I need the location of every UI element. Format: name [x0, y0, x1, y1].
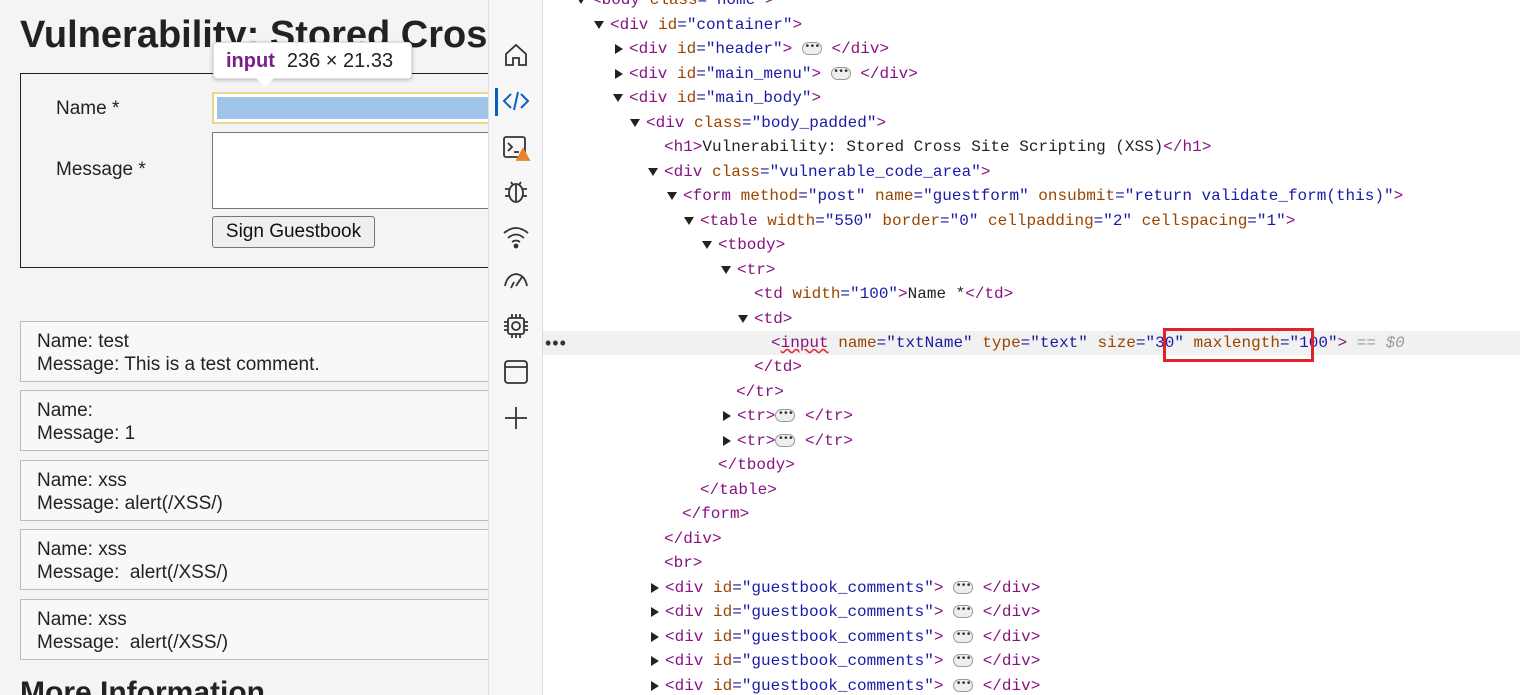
message-label: Message * [56, 159, 146, 180]
guestbook-comment: Name: xss Message: alert(/XSS/) [20, 599, 488, 660]
comment-message: Message: alert(/XSS/) [37, 493, 223, 514]
ellipsis-badge[interactable]: ••• [775, 409, 796, 423]
dom-node-guestbook-comments[interactable]: <div id="guestbook_comments"> ••• </div> [651, 576, 1040, 600]
application-icon[interactable] [501, 357, 531, 387]
dom-node[interactable]: <h1>Vulnerability: Stored Cross Site Scr… [664, 135, 1211, 159]
ellipsis-badge[interactable]: ••• [775, 434, 796, 448]
dom-node[interactable]: <div class="body_padded"> [630, 111, 886, 135]
dom-node[interactable]: <div class="vulnerable_code_area"> [648, 160, 990, 184]
inspect-highlight [217, 97, 488, 119]
dom-node[interactable]: </td> [754, 355, 802, 379]
page-viewport: Vulnerability: Stored Cross Site Scripti… [0, 0, 488, 695]
comment-name: Name: test [37, 331, 129, 352]
comment-message: Message: alert(/XSS/) [37, 632, 229, 653]
dom-node-guestbook-comments[interactable]: <div id="guestbook_comments"> ••• </div> [651, 600, 1040, 624]
elements-panel: <body class="home"> <div id="container">… [543, 0, 1520, 695]
elements-icon[interactable] [501, 86, 531, 116]
ellipsis-badge[interactable]: ••• [830, 67, 851, 81]
comment-name: Name: xss [37, 470, 127, 491]
node-actions-dots[interactable]: ••• [545, 331, 567, 355]
dom-node-guestbook-comments[interactable]: <div id="guestbook_comments"> ••• </div> [651, 625, 1040, 649]
tooltip-arrow [256, 78, 274, 87]
tooltip-dimensions: 236 × 21.33 [286, 50, 394, 72]
dom-node[interactable]: <td width="100">Name *</td> [754, 282, 1013, 306]
ellipsis-badge[interactable]: ••• [953, 679, 974, 693]
network-icon[interactable] [501, 222, 531, 252]
home-icon[interactable] [501, 40, 531, 70]
comment-message: Message: 1 [37, 423, 136, 444]
dom-node[interactable]: <div id="header"> ••• </div> [615, 37, 889, 61]
memory-icon[interactable] [501, 311, 531, 341]
dom-node[interactable]: <div id="main_menu"> ••• </div> [615, 62, 918, 86]
dom-node-selected[interactable]: <input name="txtName" type="text" size="… [543, 331, 1520, 355]
dom-node[interactable]: </div> [664, 527, 722, 551]
dom-node[interactable]: <table width="550" border="0" cellpaddin… [684, 209, 1295, 233]
add-tool-icon[interactable] [501, 403, 531, 433]
console-icon[interactable] [501, 133, 531, 163]
dom-node[interactable]: <tbody> [702, 233, 785, 257]
guestbook-comment: Name: test Message: This is a test comme… [20, 321, 488, 382]
tooltip-tag: input [226, 50, 275, 72]
guestbook-form: Name * Message * Sign Guestbook [20, 73, 488, 268]
inspect-tooltip: input 236 × 21.33 [213, 42, 412, 79]
comment-name: Name: xss [37, 609, 127, 630]
guestbook-comment: Name: Message: 1 [20, 390, 488, 451]
comment-message: Message: This is a test comment. [37, 354, 320, 375]
more-information-heading: More Information [20, 676, 265, 695]
dom-node[interactable]: <div id="main_body"> [613, 86, 821, 110]
name-label: Name * [56, 98, 120, 119]
ellipsis-badge[interactable]: ••• [953, 581, 974, 595]
devtools-activity-bar [488, 0, 543, 695]
dom-node[interactable]: <div id="container"> [594, 13, 802, 37]
comment-name: Name: xss [37, 539, 127, 560]
dom-node[interactable]: </tbody> [718, 453, 795, 477]
maxlength-highlight-box [1163, 328, 1314, 362]
guestbook-comment: Name: xss Message: alert(/XSS/) [20, 460, 488, 521]
ellipsis-badge[interactable]: ••• [953, 630, 974, 644]
dom-node[interactable]: <body class="home"> [576, 0, 774, 12]
dom-node-guestbook-comments[interactable]: <div id="guestbook_comments"> ••• </div> [651, 649, 1040, 673]
guestbook-comment: Name: xss Message: alert(/XSS/) [20, 529, 488, 590]
comment-message: Message: alert(/XSS/) [37, 562, 229, 583]
dom-node[interactable]: </form> [682, 502, 749, 526]
comment-name: Name: [37, 400, 93, 421]
dom-node[interactable]: <tr> [721, 258, 775, 282]
dom-node[interactable]: <form method="post" name="guestform" ons… [667, 184, 1403, 208]
dom-node[interactable]: </table> [700, 478, 777, 502]
sign-guestbook-button[interactable]: Sign Guestbook [212, 216, 375, 248]
dom-node[interactable]: <tr> ••• </tr> [723, 429, 853, 453]
dom-node[interactable]: <td> [738, 307, 792, 331]
message-textarea[interactable] [212, 132, 488, 209]
active-indicator [495, 88, 498, 116]
ellipsis-badge[interactable]: ••• [953, 654, 974, 668]
dom-node-guestbook-comments[interactable]: <div id="guestbook_comments"> ••• </div> [651, 674, 1040, 695]
dom-node[interactable]: </tr> [736, 380, 784, 404]
name-input[interactable] [212, 92, 488, 124]
performance-icon[interactable] [501, 266, 531, 296]
ellipsis-badge[interactable]: ••• [801, 42, 822, 56]
sources-icon[interactable] [501, 176, 531, 206]
ellipsis-badge[interactable]: ••• [953, 605, 974, 619]
dom-node[interactable]: <tr> ••• </tr> [723, 404, 853, 428]
dom-node[interactable]: <br> [664, 551, 702, 575]
